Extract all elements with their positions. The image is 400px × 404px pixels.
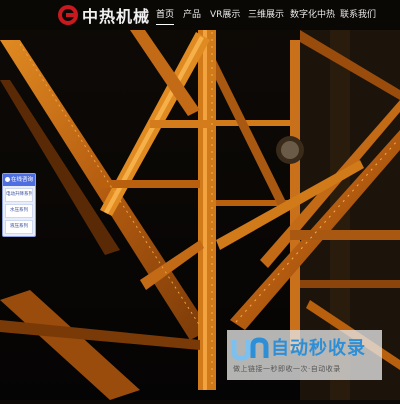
watermark-overlay: 自动秒收录 做上链接一秒即收一次·自动收录 [227, 330, 382, 380]
watermark-title: 自动秒收录 [271, 338, 366, 359]
nav-item-home[interactable]: 首页 [156, 0, 175, 30]
watermark-logo-icon [231, 337, 269, 361]
nav-item-digital[interactable]: 数字化中热 [290, 0, 335, 30]
chat-icon [5, 177, 10, 182]
top-navigation-bar: 中热机械 首页 产品 VR展示 三维展示 数字化中热 联系我们 [0, 0, 400, 30]
online-consult-widget: 在线咨询 电动升降系列 水压系列 液压系列 [2, 173, 36, 237]
online-consult-title: 在线咨询 [11, 177, 34, 183]
watermark-subtitle: 做上链接一秒即收一次·自动收录 [233, 365, 341, 373]
site-logo[interactable]: 中热机械 [58, 4, 150, 26]
nav-item-contact[interactable]: 联系我们 [340, 0, 376, 30]
nav-item-vr-display[interactable]: VR展示 [210, 0, 240, 30]
consult-item-water-pressure[interactable]: 水压系列 [5, 204, 33, 218]
online-consult-header[interactable]: 在线咨询 [3, 174, 35, 186]
logo-text: 中热机械 [82, 7, 151, 26]
nav-item-3d-display[interactable]: 三维展示 [248, 0, 284, 30]
consult-item-electric-lift[interactable]: 电动升降系列 [5, 188, 33, 202]
nav-item-products[interactable]: 产品 [183, 0, 201, 30]
company-logo-icon [58, 5, 78, 25]
consult-item-hydraulic[interactable]: 液压系列 [5, 220, 33, 234]
